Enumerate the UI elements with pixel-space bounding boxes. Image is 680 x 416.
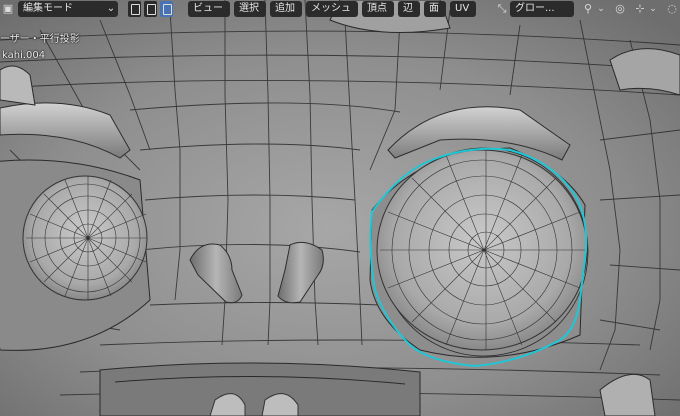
pivot-chevron-icon[interactable]: ⌄ [648, 1, 658, 17]
mouth [99, 362, 421, 416]
vertex-select-mode-button[interactable] [128, 1, 141, 17]
menu-mesh[interactable]: メッシュ [306, 1, 358, 17]
menu-uv[interactable]: UV [450, 1, 476, 17]
menu-add[interactable]: 追加 [270, 1, 302, 17]
3d-viewport[interactable] [0, 0, 680, 416]
edge-select-mode-button[interactable] [144, 1, 157, 17]
menu-select[interactable]: 選択 [234, 1, 266, 17]
mode-dropdown[interactable]: 編集モード [18, 1, 118, 17]
menu-view[interactable]: ビュー [188, 1, 230, 17]
snap-chevron-icon[interactable]: ⌄ [596, 1, 606, 17]
menu-face[interactable]: 面 [424, 1, 446, 17]
menu-vertex[interactable]: 頂点 [362, 1, 394, 17]
overlay-icon[interactable]: ◌ [664, 1, 680, 17]
pivot-point-icon[interactable]: ⊹ [632, 1, 648, 17]
editor-type-icon[interactable]: ▣ [0, 1, 16, 17]
object-name-label: kahi.004 [2, 50, 46, 61]
viewport-header: ▣ 編集モード ⌄ ビュー 選択 追加 メッシュ 頂点 辺 面 UV ⤡ グロー… [0, 0, 680, 18]
right-eye [369, 147, 589, 368]
transform-orientation-icon: ⤡ [497, 2, 507, 15]
face-select-mode-button[interactable] [160, 1, 173, 17]
mode-chevron-icon: ⌄ [106, 3, 116, 14]
view-name-label: ーザー・平行投影 [0, 34, 80, 45]
mode-label: 編集モード [23, 3, 73, 14]
right-forehead-shape [609, 48, 680, 96]
proportional-edit-icon[interactable]: ◎ [612, 1, 628, 17]
menu-edge[interactable]: 辺 [398, 1, 420, 17]
transform-orientation-dropdown[interactable]: グロー... [510, 1, 574, 17]
snap-icon[interactable]: ⚲ [580, 1, 596, 17]
